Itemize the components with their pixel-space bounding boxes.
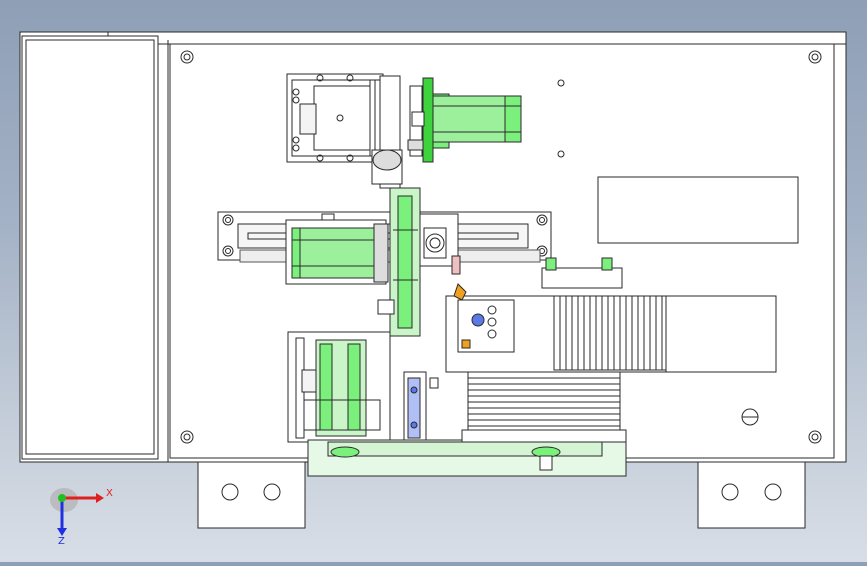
- cad-viewport[interactable]: X Z: [0, 0, 867, 562]
- bellows-upper: [553, 295, 667, 371]
- base-plate: [307, 439, 627, 477]
- y-axis-icon: [58, 494, 66, 502]
- display-cutout: [597, 176, 799, 244]
- cad-model-drawing: [19, 31, 847, 529]
- left-foot: [197, 461, 306, 529]
- bellows-lower: [467, 371, 621, 431]
- left-door-panel: [21, 35, 159, 460]
- axis-triad: X Z: [48, 482, 118, 547]
- lower-left-block: [287, 331, 391, 443]
- middle-green-motor: [285, 219, 389, 285]
- z-axis-label: Z: [58, 536, 65, 544]
- right-foot: [697, 461, 806, 529]
- x-axis-label: X: [106, 488, 113, 499]
- top-motor-bracket: [286, 73, 393, 163]
